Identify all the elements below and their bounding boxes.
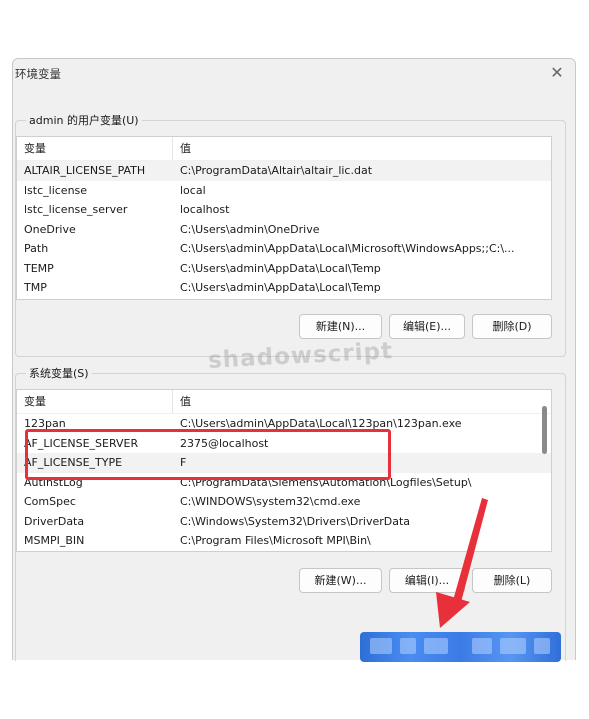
table-row[interactable]: TMP C:\Users\admin\AppData\Local\Temp	[17, 278, 551, 298]
table-header: 变量 值	[17, 390, 551, 414]
variable-value: C:\Users\admin\AppData\Local\Temp	[180, 281, 381, 294]
user-delete-button[interactable]: 删除(D)	[472, 314, 552, 339]
vertical-scrollbar[interactable]	[542, 406, 547, 454]
variable-name: TMP	[24, 281, 47, 294]
table-row[interactable]: lstc_license_server localhost	[17, 200, 551, 220]
column-header-value[interactable]: 值	[173, 390, 551, 413]
variable-value: C:\Windows\System32\Drivers\DriverData	[180, 514, 411, 528]
variable-value: C:\Users\admin\AppData\Local\Temp	[180, 261, 381, 275]
table-row[interactable]: Path C:\Users\admin\AppData\Local\Micros…	[17, 239, 551, 259]
variable-name: OneDrive	[24, 222, 76, 236]
variable-name: TEMP	[24, 261, 54, 275]
user-variables-legend: admin 的用户变量(U)	[26, 112, 142, 128]
variable-name: lstc_license	[24, 183, 88, 197]
system-new-button[interactable]: 新建(W)...	[299, 568, 382, 593]
variable-name: MSMPI_BIN	[24, 534, 85, 547]
system-variables-legend: 系统变量(S)	[26, 365, 92, 381]
variable-name: DriverData	[24, 514, 85, 528]
close-icon[interactable]: ✕	[547, 63, 567, 83]
variable-name: Path	[24, 242, 49, 255]
variable-value: C:\Program Files\Microsoft MPI\Bin\	[180, 534, 371, 547]
table-row[interactable]: ComSpec C:\WINDOWS\system32\cmd.exe	[17, 492, 551, 512]
table-row[interactable]: DriverData C:\Windows\System32\Drivers\D…	[17, 512, 551, 532]
variable-name: lstc_license_server	[24, 203, 128, 216]
table-header: 变量 值	[17, 137, 551, 161]
table-row[interactable]: OneDrive C:\Users\admin\OneDrive	[17, 220, 551, 240]
system-edit-button[interactable]: 编辑(I)...	[389, 568, 465, 593]
user-new-button[interactable]: 新建(N)...	[299, 314, 382, 339]
variable-value: C:\Users\admin\OneDrive	[180, 222, 320, 236]
variable-name: ALTAIR_LICENSE_PATH	[24, 164, 146, 177]
column-header-variable[interactable]: 变量	[17, 137, 173, 160]
system-delete-button[interactable]: 删除(L)	[472, 568, 552, 593]
confirm-buttons-blurred[interactable]	[360, 632, 561, 662]
dialog-title: 环境变量	[15, 67, 61, 81]
column-header-variable[interactable]: 变量	[17, 390, 173, 413]
variable-name: ComSpec	[24, 495, 76, 508]
table-row[interactable]: lstc_license local	[17, 181, 551, 201]
column-header-value[interactable]: 值	[173, 137, 551, 160]
table-row[interactable]: ALTAIR_LICENSE_PATH C:\ProgramData\Altai…	[17, 161, 551, 181]
variable-value: C:\ProgramData\Altair\altair_lic.dat	[180, 164, 373, 177]
variable-value: local	[180, 183, 206, 197]
variable-value: C:\WINDOWS\system32\cmd.exe	[180, 495, 361, 508]
variable-value: C:\Users\admin\AppData\Local\Microsoft\W…	[180, 242, 515, 255]
user-variables-table[interactable]: 变量 值 ALTAIR_LICENSE_PATH C:\ProgramData\…	[16, 136, 552, 300]
user-edit-button[interactable]: 编辑(E)...	[389, 314, 465, 339]
variable-value: localhost	[180, 203, 230, 216]
highlight-box	[25, 429, 391, 480]
table-row[interactable]: TEMP C:\Users\admin\AppData\Local\Temp	[17, 259, 551, 279]
table-row[interactable]: MSMPI_BIN C:\Program Files\Microsoft MPI…	[17, 531, 551, 551]
